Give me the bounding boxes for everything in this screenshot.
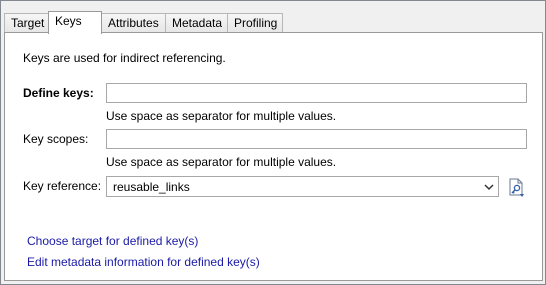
intro-text: Keys are used for indirect referencing. [23,51,226,65]
define-keys-hint: Use space as separator for multiple valu… [106,109,337,123]
properties-window: Target Keys Attributes Metadata Profilin… [0,0,546,285]
define-keys-label: Define keys: [23,86,94,100]
tab-metadata[interactable]: Metadata [165,13,228,33]
chevron-down-icon[interactable] [483,181,495,193]
browse-key-button[interactable] [506,176,526,198]
key-scopes-label: Key scopes: [23,132,89,146]
browse-key-icon [509,178,524,197]
define-keys-input[interactable] [106,83,527,103]
tab-keys[interactable]: Keys [48,11,102,34]
key-reference-value: reusable_links [113,180,190,194]
edit-metadata-link[interactable]: Edit metadata information for defined ke… [27,255,260,269]
tab-profiling[interactable]: Profiling [227,13,283,33]
key-scopes-hint: Use space as separator for multiple valu… [106,155,337,169]
tab-attributes[interactable]: Attributes [101,13,166,33]
keys-panel: Keys are used for indirect referencing. … [4,32,543,281]
key-scopes-input[interactable] [106,129,527,149]
key-reference-combo[interactable]: reusable_links [106,176,499,197]
key-reference-label: Key reference: [23,179,102,193]
tab-target[interactable]: Target [4,13,49,33]
choose-target-link[interactable]: Choose target for defined key(s) [27,234,198,248]
